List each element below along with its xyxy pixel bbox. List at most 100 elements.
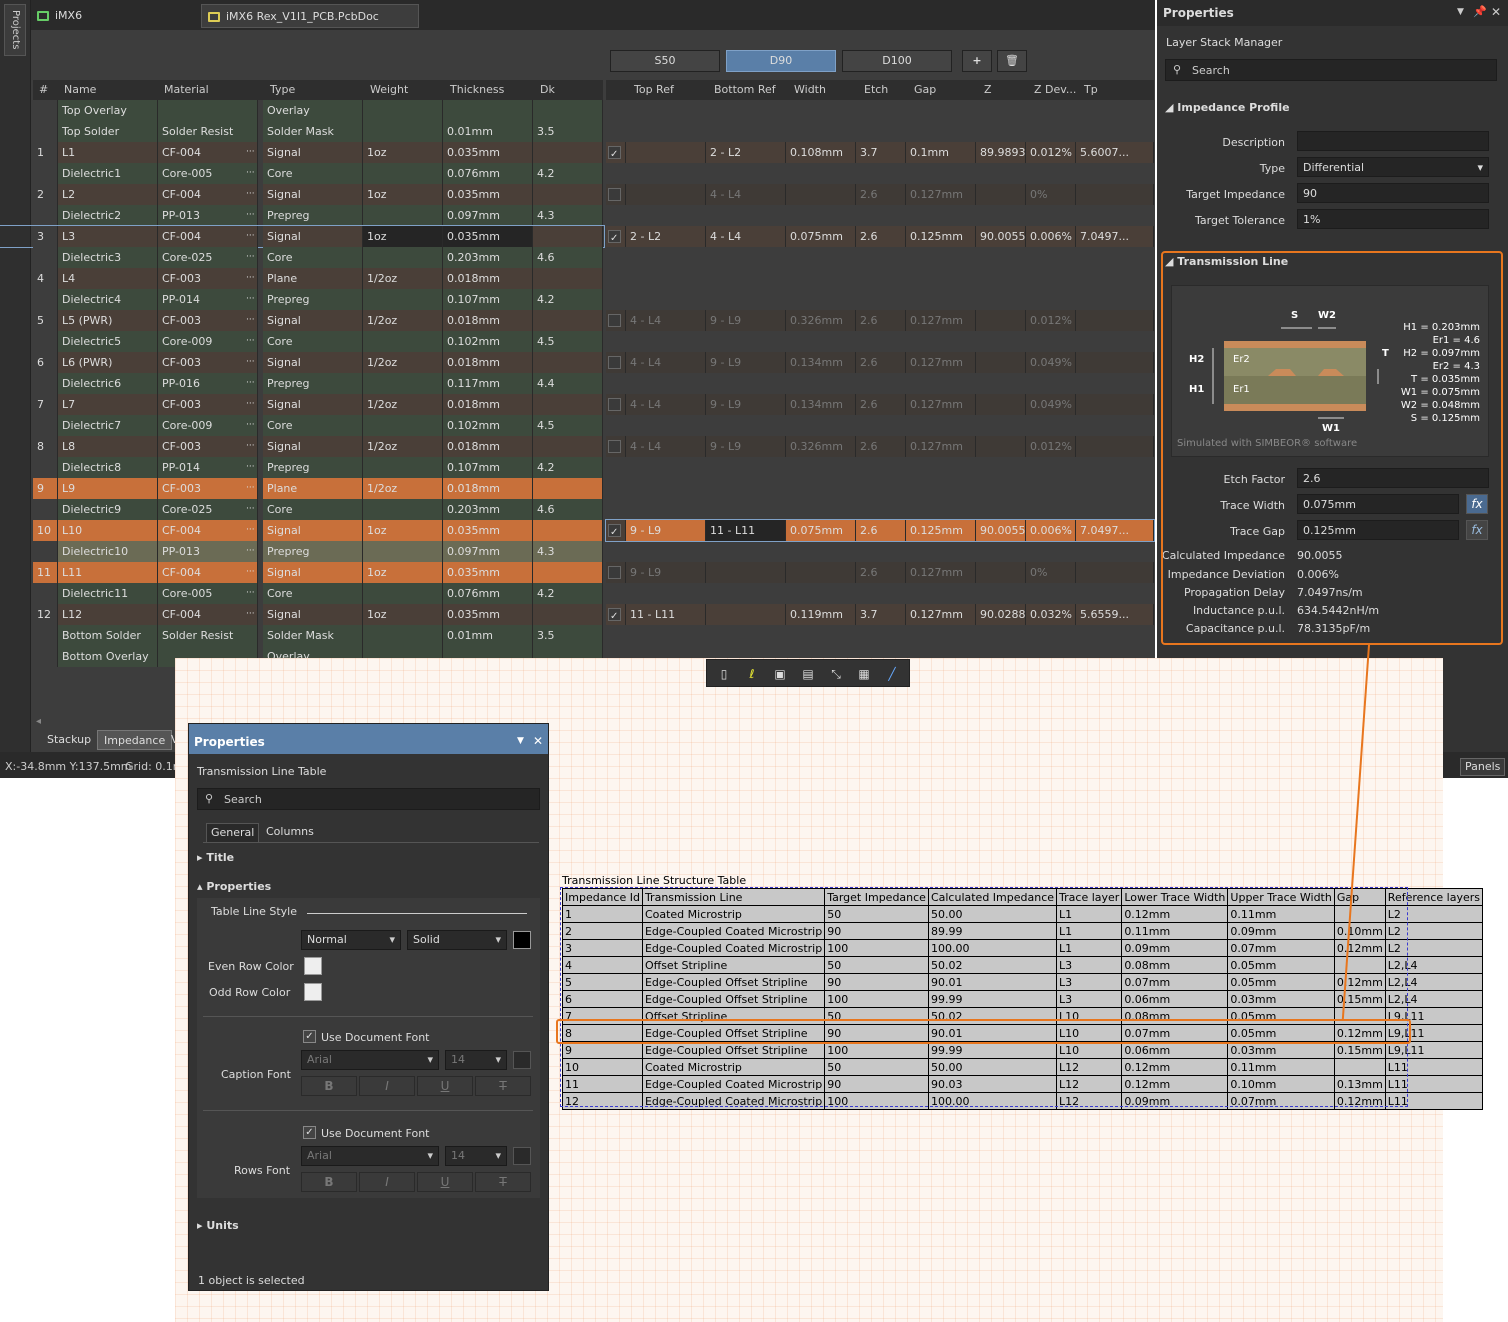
layer-row[interactable]: Dielectric6 PP-016 ··· Prepreg 0.117mm 4.4 xyxy=(0,373,604,394)
impedance-enable-checkbox[interactable] xyxy=(608,144,621,163)
target-tolerance-field[interactable]: 1% xyxy=(1297,209,1489,229)
layer-row[interactable]: Dielectric9 Core-025 ··· Core 0.203mm 4.6 xyxy=(0,499,604,520)
layer-row[interactable]: Dielectric7 Core-009 ··· Core 0.102mm 4.5 xyxy=(0,415,604,436)
layer-row[interactable]: Dielectric1 Core-005 ··· Core 0.076mm 4.2 xyxy=(0,163,604,184)
material-picker-icon[interactable]: ··· xyxy=(246,289,255,310)
rows-font-select[interactable]: Arial xyxy=(301,1146,439,1166)
impedance-row[interactable]: 11 - L11 0.119mm3.70.127mm90.02880.032%5.… xyxy=(606,604,1154,625)
col-type-header[interactable]: Type xyxy=(270,80,295,100)
impedance-enable-checkbox[interactable] xyxy=(608,398,621,411)
layer-row[interactable]: 5 L5 (PWR) CF-003 ··· Signal 1/2oz 0.018mm xyxy=(0,310,604,331)
add-profile-icon[interactable]: + xyxy=(962,50,992,72)
impedance-row[interactable]: 4 - L4 9 - L9 0.326mm 2.6 0.127mm 0.012% xyxy=(606,310,1154,331)
impedance-enable-checkbox[interactable] xyxy=(608,440,621,453)
search-input[interactable]: ⚲ Search xyxy=(1165,59,1497,81)
col-topref-header[interactable]: Top Ref xyxy=(634,80,674,100)
impedance-row[interactable]: 4 - L4 9 - L9 0.326mm 2.6 0.127mm 0.012% xyxy=(606,436,1154,457)
impedance-row[interactable]: 4 - L4 9 - L9 0.134mm 2.6 0.127mm 0.049% xyxy=(606,394,1154,415)
material-picker-icon[interactable]: ··· xyxy=(246,247,255,268)
impedance-enable-checkbox[interactable] xyxy=(608,356,621,369)
close-icon[interactable]: ✕ xyxy=(533,734,543,748)
layer-row[interactable]: 3 L3 CF-004 ··· Signal 1oz 0.035mm xyxy=(0,225,605,248)
layer-row[interactable]: 1 L1 CF-004 ··· Signal 1oz 0.035mm xyxy=(0,142,604,163)
delete-profile-icon[interactable]: 🗑 xyxy=(997,50,1027,72)
layer-row[interactable]: 7 L7 CF-003 ··· Signal 1/2oz 0.018mm xyxy=(0,394,604,415)
impedance-enable-checkbox[interactable] xyxy=(608,188,621,201)
material-picker-icon[interactable]: ··· xyxy=(246,457,255,478)
place-part-icon[interactable]: ▣ xyxy=(771,665,789,683)
col-zdev-header[interactable]: Z Dev... xyxy=(1034,80,1076,100)
col-dk-header[interactable]: Dk xyxy=(540,80,555,100)
rows-strike-button[interactable]: T xyxy=(475,1172,531,1192)
select-filter-icon[interactable]: ▯ xyxy=(715,665,733,683)
impedance-row[interactable]: 2 - L24 - L40.075mm2.60.125mm90.00550.00… xyxy=(606,226,1154,247)
layer-row[interactable]: Dielectric4 PP-014 ··· Prepreg 0.107mm 4.2 xyxy=(0,289,604,310)
type-select[interactable]: Differential ▾ xyxy=(1297,157,1489,177)
col-tp-header[interactable]: Tp xyxy=(1084,80,1098,100)
route-icon[interactable]: ℓ xyxy=(743,665,761,683)
layer-row[interactable]: Dielectric5 Core-009 ··· Core 0.102mm 4.5 xyxy=(0,331,604,352)
layer-row[interactable]: Dielectric2 PP-013 ··· Prepreg 0.097mm 4.3 xyxy=(0,205,604,226)
col-num-header[interactable]: # xyxy=(39,80,48,100)
material-picker-icon[interactable]: ··· xyxy=(246,163,255,184)
material-picker-icon[interactable]: ··· xyxy=(246,142,255,163)
panel-menu-icon[interactable]: ▼ xyxy=(1457,7,1464,17)
impedance-row[interactable]: 4 - L4 9 - L9 0.134mm 2.6 0.127mm 0.049% xyxy=(606,352,1154,373)
col-gap-header[interactable]: Gap xyxy=(914,80,936,100)
material-picker-icon[interactable]: ··· xyxy=(246,205,255,226)
caption-underline-button[interactable]: U xyxy=(417,1076,473,1096)
odd-row-color-swatch[interactable] xyxy=(304,983,322,1001)
profile-d90-button[interactable]: D90 xyxy=(726,50,836,72)
caption-use-doc-font-checkbox[interactable]: ✓ xyxy=(303,1030,316,1043)
tab-general[interactable]: General xyxy=(206,823,260,843)
layer-row[interactable]: 12 L12 CF-004 ··· Signal 1oz 0.035mm xyxy=(0,604,604,625)
layer-row[interactable]: Top Overlay Overlay xyxy=(0,100,604,121)
material-picker-icon[interactable]: ··· xyxy=(246,352,255,373)
col-etch-header[interactable]: Etch xyxy=(864,80,888,100)
pin-icon[interactable]: 📌 xyxy=(1473,5,1487,18)
even-row-color-swatch[interactable] xyxy=(304,957,322,975)
material-picker-icon[interactable]: ··· xyxy=(246,268,255,289)
caption-italic-button[interactable]: I xyxy=(359,1076,415,1096)
material-picker-icon[interactable]: ··· xyxy=(246,310,255,331)
panel-menu-icon[interactable]: ▼ xyxy=(517,736,524,746)
layer-row[interactable]: 4 L4 CF-003 ··· Plane 1/2oz 0.018mm xyxy=(0,268,604,289)
layer-row[interactable]: Dielectric11 Core-005 ··· Core 0.076mm 4.2 xyxy=(0,583,604,604)
panels-button[interactable]: Panels xyxy=(1460,758,1506,776)
caption-bold-button[interactable]: B xyxy=(301,1076,357,1096)
layer-row[interactable]: 11 L11 CF-004 ··· Signal 1oz 0.035mm xyxy=(0,562,604,583)
material-picker-icon[interactable]: ··· xyxy=(246,331,255,352)
layer-row[interactable]: 10 L10 CF-004 ··· Signal 1oz 0.035mm xyxy=(0,520,604,541)
layer-row[interactable]: Dielectric10 PP-013 ··· Prepreg 0.097mm 4.3 xyxy=(0,541,604,562)
layer-row[interactable]: 8 L8 CF-003 ··· Signal 1/2oz 0.018mm xyxy=(0,436,604,457)
units-section[interactable]: ▸ Units xyxy=(197,1219,239,1232)
rows-italic-button[interactable]: I xyxy=(359,1172,415,1192)
rows-use-doc-font-checkbox[interactable]: ✓ xyxy=(303,1126,316,1139)
rows-size-select[interactable]: 14 xyxy=(445,1146,507,1166)
caption-color-swatch[interactable] xyxy=(513,1051,531,1069)
line-style-select[interactable]: Solid xyxy=(407,930,507,950)
material-picker-icon[interactable]: ··· xyxy=(246,499,255,520)
tab-stackup[interactable]: iMX6 Rex_V1I1_PCB.PcbDoc [Stackup] xyxy=(201,4,419,47)
layer-row[interactable]: Dielectric8 PP-014 ··· Prepreg 0.107mm 4.2 xyxy=(0,457,604,478)
profile-d100-button[interactable]: D100 xyxy=(842,50,952,72)
place-line-icon[interactable]: ╱ xyxy=(883,665,901,683)
col-z-header[interactable]: Z xyxy=(984,80,992,100)
impedance-enable-checkbox[interactable] xyxy=(608,522,621,541)
material-picker-icon[interactable]: ··· xyxy=(246,583,255,604)
layer-row[interactable]: Top Solder Solder Resist Solder Mask 0.01mm… xyxy=(0,121,604,142)
layer-row[interactable]: 9 L9 CF-003 ··· Plane 1/2oz 0.018mm xyxy=(0,478,604,499)
caption-size-select[interactable]: 14 xyxy=(445,1050,507,1070)
caption-strike-button[interactable]: T xyxy=(475,1076,531,1096)
material-picker-icon[interactable]: ··· xyxy=(246,541,255,562)
scroll-left-icon[interactable]: ◂ xyxy=(36,716,41,727)
material-picker-icon[interactable]: ··· xyxy=(246,604,255,625)
col-material-header[interactable]: Material xyxy=(164,80,209,100)
bom-icon[interactable]: ▦ xyxy=(855,665,873,683)
rows-underline-button[interactable]: U xyxy=(417,1172,473,1192)
properties-section[interactable]: ▴ Properties xyxy=(197,880,271,893)
tab-pcbdoc[interactable]: iMX6 Rex_V1I1_PCB.PcbDoc xyxy=(31,4,199,46)
layer-row[interactable]: Bottom Solder Solder Resist Solder Mask 0.0… xyxy=(0,625,604,646)
impedance-enable-checkbox[interactable] xyxy=(608,606,621,625)
material-picker-icon[interactable]: ··· xyxy=(246,436,255,457)
